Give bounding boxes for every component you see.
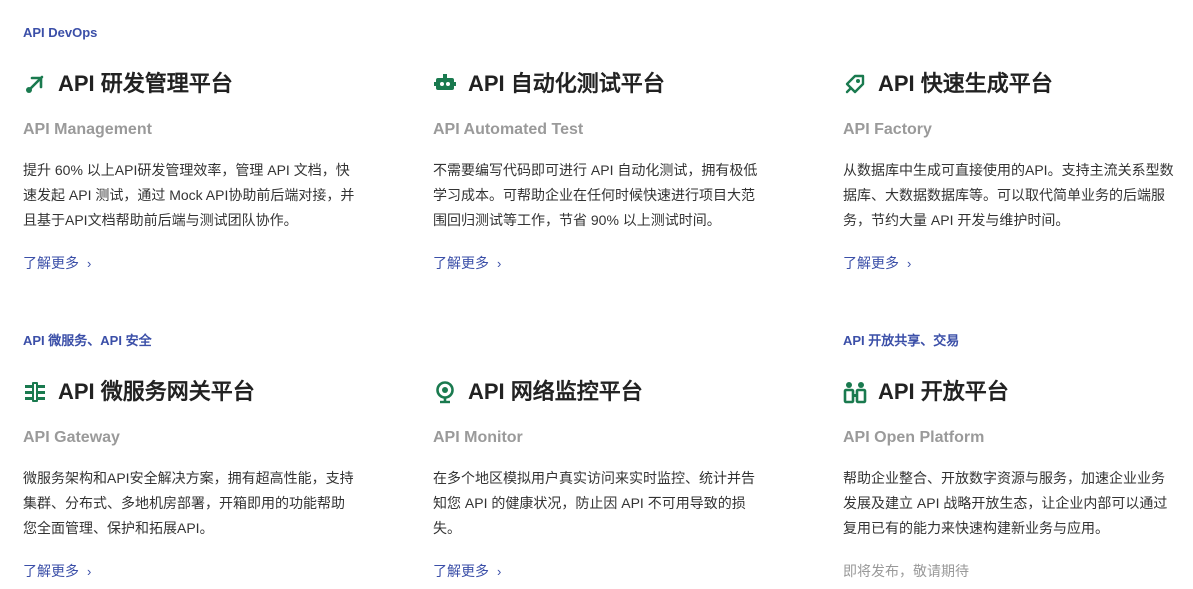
chevron-right-icon: › [497,564,502,579]
learn-more-label: 了解更多 [433,255,489,271]
card-automated-test-title: API 自动化测试平台 [468,71,665,96]
card-gateway-title-row: API 微服务网关平台 [23,379,255,405]
learn-more-label: 了解更多 [433,563,489,579]
card-gateway-subtitle: API Gateway [23,429,120,446]
card-monitor-title: API 网络监控平台 [468,379,643,404]
chevron-right-icon: › [907,256,912,271]
card-factory-description: 从数据库中生成可直接使用的API。支持主流关系型数据库、大数据数据库等。可以取代… [843,162,1174,228]
chevron-right-icon: › [87,564,92,579]
learn-more-label: 了解更多 [23,255,79,271]
card-automated-test-description: 不需要编写代码即可进行 API 自动化测试，拥有极低学习成本。可帮助企业在任何时… [433,162,758,228]
card-monitor-title-row: API 网络监控平台 [433,379,643,405]
card-open-platform-title: API 开放平台 [878,379,1009,404]
gateway-icon [23,380,47,404]
coming-soon-text: 即将发布，敬请期待 [843,563,969,579]
chevron-right-icon: › [497,256,502,271]
product-grid: API DevOps API 微服务、API 安全 API 开放共享、交易 AP… [0,0,1193,589]
card-management-title-row: API 研发管理平台 [23,71,233,97]
learn-more-link-automated-test[interactable]: 了解更多 › [433,254,501,273]
learn-more-label: 了解更多 [843,255,899,271]
card-open-platform-title-row: API 开放平台 [843,379,1009,405]
card-monitor-description: 在多个地区模拟用户真实访问来实时监控、统计并告知您 API 的健康状况，防止因 … [433,470,755,536]
category-label-devops: API DevOps [23,25,98,40]
learn-more-link-factory[interactable]: 了解更多 › [843,254,911,273]
card-factory-subtitle: API Factory [843,121,932,138]
card-management-title: API 研发管理平台 [58,71,233,96]
card-management-subtitle: API Management [23,121,152,138]
monitor-pin-icon [433,380,457,404]
card-open-platform-description: 帮助企业整合、开放数字资源与服务，加速企业业务发展及建立 API 战略开放生态，… [843,470,1168,536]
card-gateway-description: 微服务架构和API安全解决方案，拥有超高性能，支持集群、分布式、多地机房部署，开… [23,470,354,536]
robot-icon [433,72,457,96]
learn-more-label: 了解更多 [23,563,79,579]
satellite-icon [23,72,47,96]
learn-more-link-monitor[interactable]: 了解更多 › [433,562,501,581]
category-label-open: API 开放共享、交易 [843,333,960,348]
rocket-icon [843,72,867,96]
card-factory-title-row: API 快速生成平台 [843,71,1053,97]
card-automated-test-subtitle: API Automated Test [433,121,584,138]
open-platform-icon [843,380,867,404]
card-open-platform-subtitle: API Open Platform [843,429,985,446]
card-automated-test-title-row: API 自动化测试平台 [433,71,665,97]
card-gateway-title: API 微服务网关平台 [58,379,255,404]
learn-more-link-gateway[interactable]: 了解更多 › [23,562,91,581]
category-label-microservice: API 微服务、API 安全 [23,333,152,348]
card-factory-title: API 快速生成平台 [878,71,1053,96]
chevron-right-icon: › [87,256,92,271]
card-monitor-subtitle: API Monitor [433,429,523,446]
card-management-description: 提升 60% 以上API研发管理效率，管理 API 文档，快速发起 API 测试… [23,162,355,228]
learn-more-link-management[interactable]: 了解更多 › [23,254,91,273]
